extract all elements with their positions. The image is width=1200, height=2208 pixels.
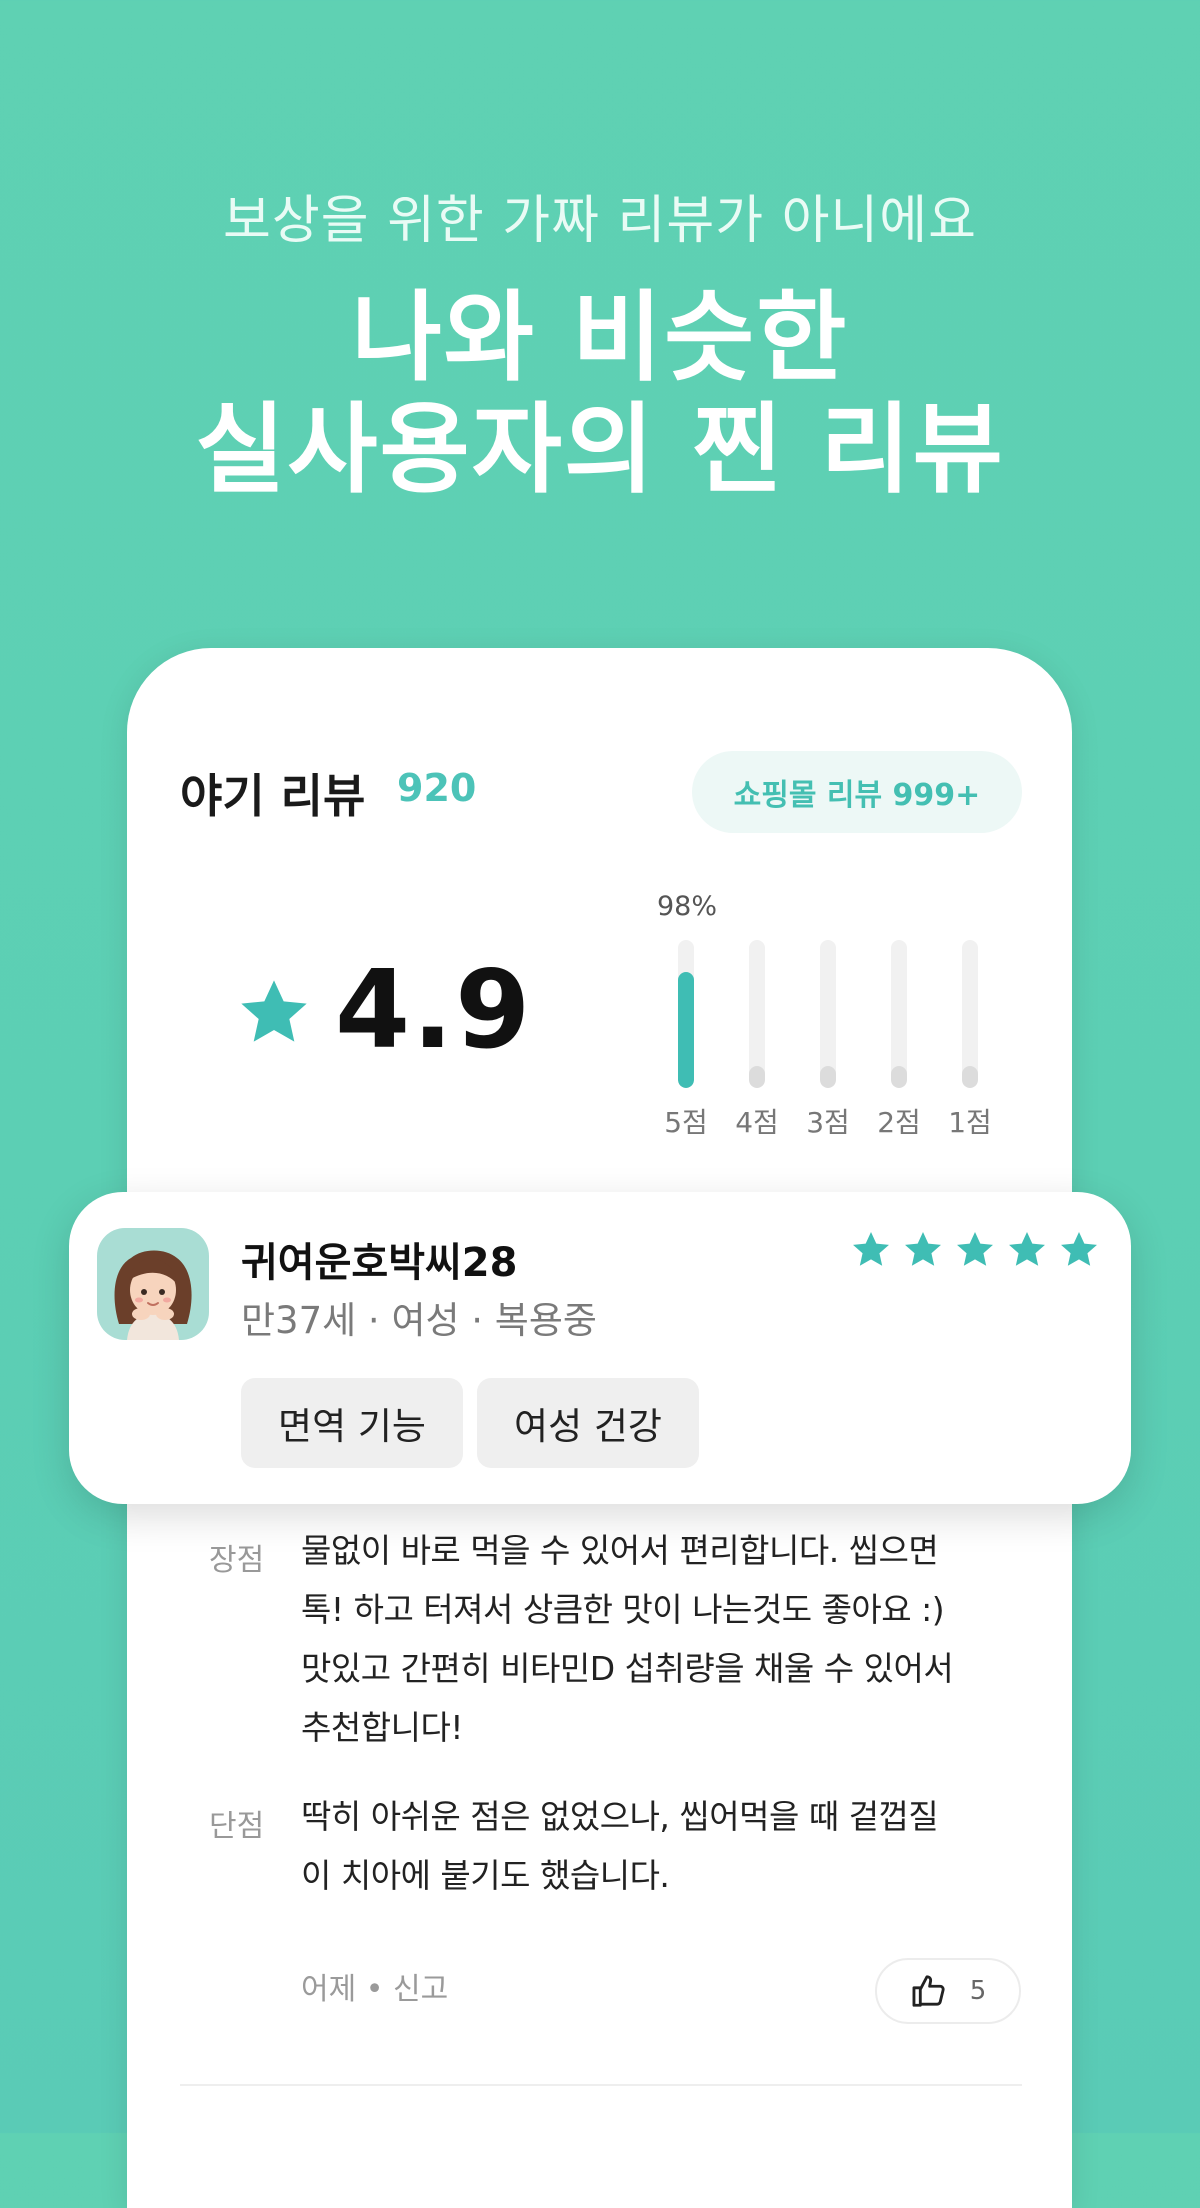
headline-subtitle: 보상을 위한 가짜 리뷰가 아니에요 — [223, 191, 977, 251]
like-button[interactable]: 5 — [875, 1958, 1021, 2024]
pros-text: 물없이 바로 먹을 수 있어서 편리합니다. 씹으면 톡! 하고 터져서 상큼한… — [301, 1521, 1021, 1757]
cons-line: 딱히 아쉬운 점은 없었으나, 씹어먹을 때 겉껍질 — [301, 1797, 939, 1836]
reviewer-name: 귀여운호박씨28 — [241, 1240, 518, 1286]
star-icon — [1009, 1232, 1045, 1266]
distribution-percent: 98% — [657, 891, 718, 922]
pros-line: 추천합니다! — [301, 1708, 464, 1747]
divider — [180, 2084, 1022, 2086]
cons-label: 단점 — [209, 1809, 265, 1844]
rating-bar-2 — [891, 940, 907, 1088]
rating-bar-1 — [962, 940, 978, 1088]
reviewer-meta: 만37세 · 여성 · 복용중 — [241, 1299, 597, 1342]
headline-line-2: 실사용자의 찐 리뷰 — [195, 393, 1005, 507]
rating-bar-fill-5 — [678, 972, 694, 1088]
tag-immune-function[interactable]: 면역 기능 — [241, 1378, 463, 1468]
cons-text: 딱히 아쉬운 점은 없었으나, 씹어먹을 때 겉껍질 이 치아에 붙기도 했습니… — [301, 1787, 1021, 1905]
rating-bar-label-5: 5점 — [664, 1106, 708, 1139]
star-icon — [853, 1232, 889, 1266]
rating-bar-5 — [678, 940, 694, 1088]
review-footer-meta[interactable]: 어제 • 신고 — [301, 1964, 448, 2008]
pros-line: 맛있고 간편히 비타민D 섭취량을 채울 수 있어서 — [301, 1649, 954, 1688]
rating-bar-label-1: 1점 — [948, 1106, 992, 1139]
pros-line: 톡! 하고 터져서 상큼한 맛이 나는것도 좋아요 :) — [301, 1590, 945, 1629]
headline-line-1: 나와 비슷한 — [351, 281, 849, 395]
like-count: 5 — [969, 1976, 987, 2006]
avatar — [97, 1228, 209, 1340]
rating-bar-label-2: 2점 — [877, 1106, 921, 1139]
average-rating: 4.9 — [335, 948, 533, 1073]
review-section-title: 야기 리뷰 — [180, 769, 366, 823]
headline-title: 나와 비슷한 실사용자의 찐 리뷰 — [0, 282, 1200, 506]
avatar-illustration — [114, 1250, 192, 1340]
star-icon — [241, 980, 307, 1042]
review-stars — [849, 1228, 1101, 1272]
rating-bar-4 — [749, 940, 765, 1088]
shopping-mall-reviews-button[interactable]: 쇼핑몰 리뷰 999+ — [692, 751, 1022, 833]
pros-line: 물없이 바로 먹을 수 있어서 편리합니다. 씹으면 — [301, 1531, 939, 1570]
rating-bar-fill-1 — [962, 1066, 978, 1088]
tag-womens-health[interactable]: 여성 건강 — [477, 1378, 699, 1468]
star-icon — [905, 1232, 941, 1266]
star-icon — [1061, 1232, 1097, 1266]
rating-bar-fill-4 — [749, 1066, 765, 1088]
review-card: 귀여운호박씨28 만37세 · 여성 · 복용중 면역 기능 여성 건강 — [69, 1192, 1131, 1504]
cons-line: 이 치아에 붙기도 했습니다. — [301, 1856, 670, 1895]
rating-bar-fill-2 — [891, 1066, 907, 1088]
thumbs-up-icon — [912, 1975, 945, 2007]
star-icon — [957, 1232, 993, 1266]
rating-bar-label-3: 3점 — [806, 1106, 850, 1139]
rating-bar-label-4: 4점 — [735, 1106, 779, 1139]
pros-label: 장점 — [209, 1543, 265, 1578]
rating-bar-3 — [820, 940, 836, 1088]
rating-bar-fill-3 — [820, 1066, 836, 1088]
review-count: 920 — [397, 766, 477, 810]
